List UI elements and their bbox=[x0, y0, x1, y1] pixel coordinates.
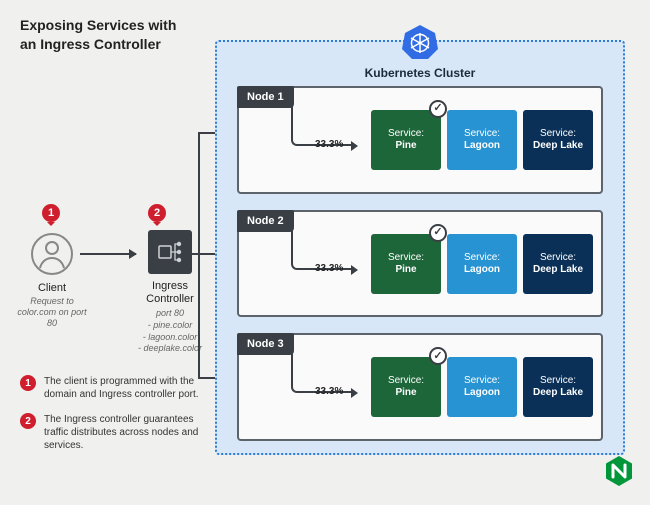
diagram-title-line2: an Ingress Controller bbox=[20, 35, 176, 54]
node-3: Node 3 33.3% ✓ Service: Pine Service: La… bbox=[237, 333, 603, 441]
cluster-title: Kubernetes Cluster bbox=[217, 66, 623, 80]
legend-item-2: 2 The Ingress controller guarantees traf… bbox=[20, 413, 210, 452]
node-3-percentage: 33.3% bbox=[315, 386, 343, 397]
node-2: Node 2 33.3% ✓ Service: Pine Service: La… bbox=[237, 210, 603, 318]
callout-marker-2: 2 bbox=[148, 204, 166, 222]
legend: 1 The client is programmed with the doma… bbox=[20, 375, 210, 464]
ingress-route-1: - lagoon.color bbox=[135, 332, 205, 344]
check-icon: ✓ bbox=[429, 347, 447, 365]
nginx-logo-icon bbox=[606, 456, 632, 491]
ingress-route-2: - deeplake.color bbox=[135, 343, 205, 355]
node-1: Node 1 33.3% ✓ Service: Pine Service: La… bbox=[237, 86, 603, 194]
ingress-label: Ingress Controller bbox=[135, 280, 205, 306]
ingress-block: Ingress Controller port 80 - pine.color … bbox=[135, 230, 205, 355]
diagram-title-line1: Exposing Services with bbox=[20, 16, 176, 35]
service-deeplake: Service: Deep Lake bbox=[523, 234, 593, 294]
check-icon: ✓ bbox=[429, 224, 447, 242]
service-deeplake: Service: Deep Lake bbox=[523, 110, 593, 170]
service-lagoon: Service: Lagoon bbox=[447, 234, 517, 294]
service-pine: ✓ Service: Pine bbox=[371, 110, 441, 170]
service-deeplake: Service: Deep Lake bbox=[523, 357, 593, 417]
legend-marker-2: 2 bbox=[20, 413, 36, 429]
legend-marker-1: 1 bbox=[20, 375, 36, 391]
node-1-services: ✓ Service: Pine Service: Lagoon Service:… bbox=[371, 110, 593, 170]
client-block: Client Request to color.com on port 80 bbox=[28, 232, 76, 328]
kubernetes-logo-icon bbox=[402, 24, 438, 60]
client-icon bbox=[30, 232, 74, 276]
arrow-client-to-ingress bbox=[80, 253, 136, 255]
ingress-icon bbox=[148, 230, 192, 274]
check-icon: ✓ bbox=[429, 100, 447, 118]
diagram-title: Exposing Services with an Ingress Contro… bbox=[20, 16, 176, 54]
node-2-label: Node 2 bbox=[237, 210, 294, 232]
service-pine: ✓ Service: Pine bbox=[371, 234, 441, 294]
ingress-subtext: port 80 - pine.color - lagoon.color - de… bbox=[135, 308, 205, 355]
node-2-percentage: 33.3% bbox=[315, 263, 343, 274]
branch-vertical bbox=[198, 132, 200, 378]
node-2-services: ✓ Service: Pine Service: Lagoon Service:… bbox=[371, 234, 593, 294]
legend-item-1: 1 The client is programmed with the doma… bbox=[20, 375, 210, 401]
legend-text-2: The Ingress controller guarantees traffi… bbox=[44, 413, 210, 452]
legend-text-1: The client is programmed with the domain… bbox=[44, 375, 210, 401]
ingress-route-0: - pine.color bbox=[135, 320, 205, 332]
node-3-services: ✓ Service: Pine Service: Lagoon Service:… bbox=[371, 357, 593, 417]
ingress-port: port 80 bbox=[135, 308, 205, 320]
node-3-label: Node 3 bbox=[237, 333, 294, 355]
client-subtext: Request to color.com on port 80 bbox=[17, 296, 87, 328]
branch-main bbox=[184, 253, 198, 255]
callout-marker-1: 1 bbox=[42, 204, 60, 222]
node-1-label: Node 1 bbox=[237, 86, 294, 108]
node-1-percentage: 33.3% bbox=[315, 139, 343, 150]
kubernetes-cluster: Kubernetes Cluster Node 1 33.3% ✓ Servic… bbox=[215, 40, 625, 455]
service-lagoon: Service: Lagoon bbox=[447, 357, 517, 417]
client-label: Client bbox=[28, 282, 76, 294]
service-pine: ✓ Service: Pine bbox=[371, 357, 441, 417]
service-lagoon: Service: Lagoon bbox=[447, 110, 517, 170]
